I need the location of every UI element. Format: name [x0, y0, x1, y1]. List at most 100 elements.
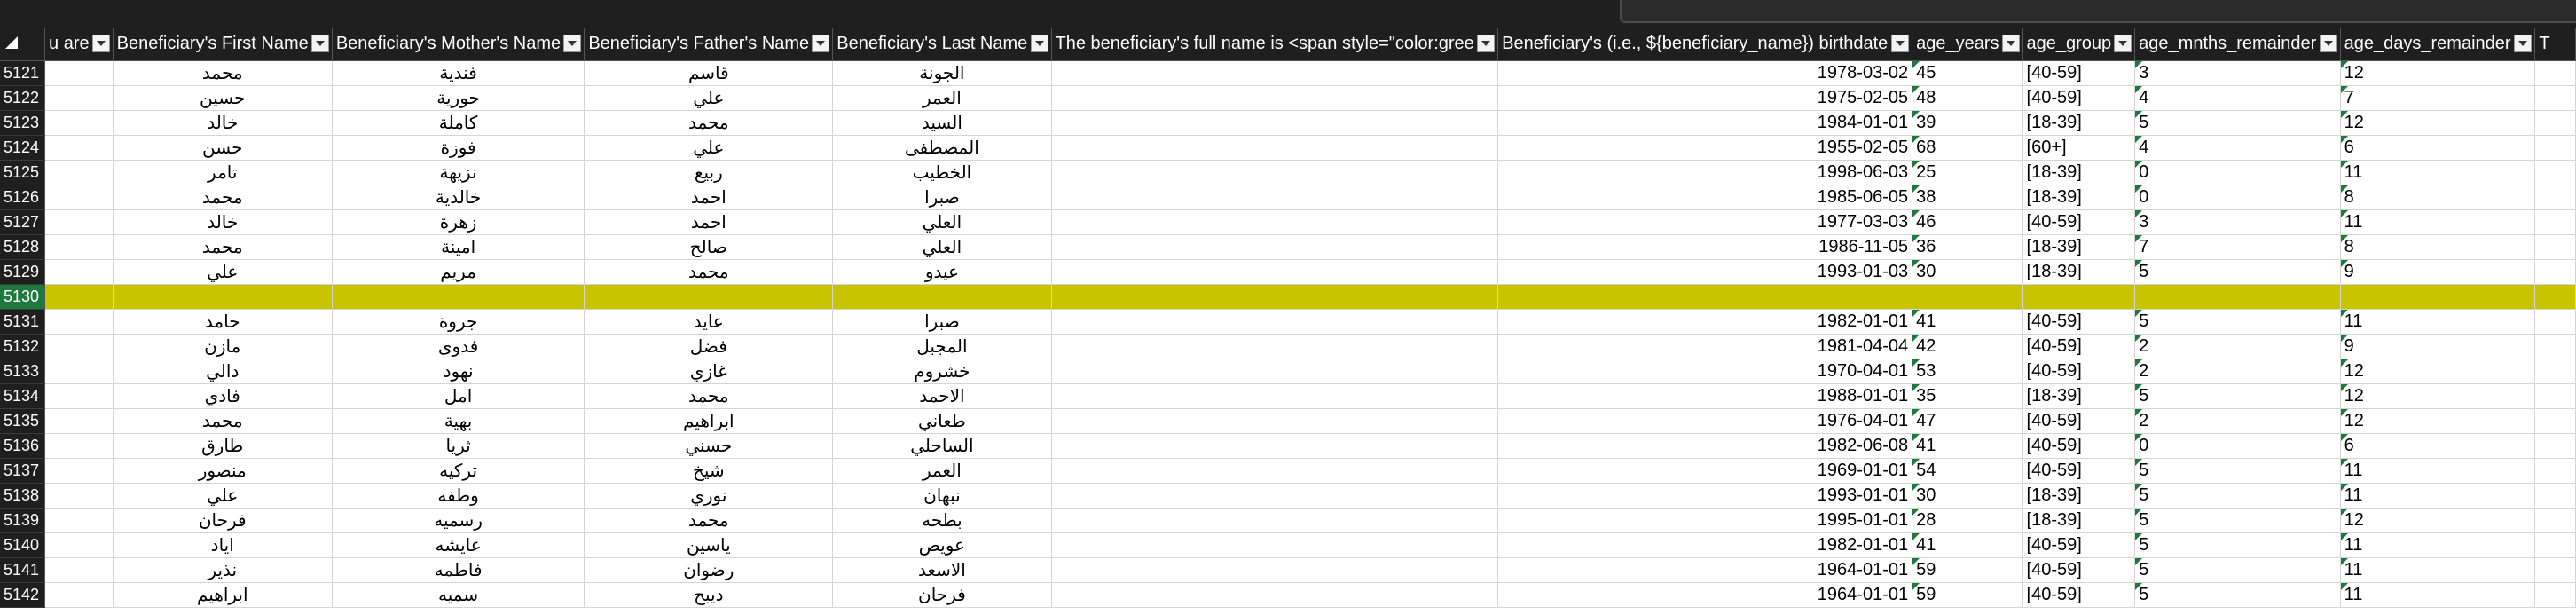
cell-mother-name[interactable]: ثريا	[332, 433, 585, 459]
cell-mother-name[interactable]: نهود	[332, 359, 585, 384]
cell-father-name[interactable]: ياسين	[584, 532, 834, 558]
cell-age-days[interactable]	[2340, 284, 2536, 310]
cell-age-months[interactable]: 2	[2134, 408, 2341, 434]
cell-full-name[interactable]	[1051, 234, 1499, 260]
cell-age-days[interactable]: 11	[2340, 483, 2536, 509]
cell-last-name[interactable]: العمر	[832, 458, 1052, 484]
table-row[interactable]: 5127 خالد زهرة احمد العلي 1977-03-03 46 [40-59]…	[0, 209, 2576, 235]
cell-next[interactable]	[2534, 359, 2576, 384]
cell-first-name[interactable]: علي	[113, 483, 333, 509]
cell-age-days[interactable]: 11	[2340, 309, 2536, 335]
column-header-last[interactable]: Beneficiary's Last Name	[832, 28, 1052, 61]
cell-full-name[interactable]	[1051, 185, 1499, 210]
cell-age-group[interactable]: [18-39]	[2022, 160, 2136, 185]
cell-birthdate[interactable]: 1955-02-05	[1497, 135, 1913, 161]
cell-last-name[interactable]	[832, 284, 1052, 310]
cell-last-name[interactable]: بطحه	[832, 508, 1052, 533]
cell-first-name[interactable]: فادي	[113, 383, 333, 409]
cell-birthdate[interactable]: 1985-06-05	[1497, 185, 1913, 210]
cell-father-name[interactable]: علي	[584, 85, 834, 111]
cell-prev[interactable]	[44, 284, 114, 310]
cell-prev[interactable]	[44, 259, 114, 285]
cell-age-group[interactable]: [18-39]	[2022, 185, 2136, 210]
column-header-age-years[interactable]: age_years	[1912, 28, 2023, 61]
cell-birthdate[interactable]: 1993-01-01	[1497, 483, 1913, 509]
cell-age-days[interactable]: 8	[2340, 185, 2536, 210]
cell-full-name[interactable]	[1051, 284, 1499, 310]
cell-first-name[interactable]: دالي	[113, 359, 333, 384]
filter-dropdown-icon[interactable]	[2001, 35, 2020, 52]
cell-birthdate[interactable]: 1978-03-02	[1497, 60, 1913, 86]
table-row[interactable]: 5133 دالي نهود غازي خشروم 1970-04-01 53 [40-59]…	[0, 359, 2576, 384]
row-number[interactable]: 5126	[0, 185, 46, 210]
cell-full-name[interactable]	[1051, 383, 1499, 409]
cell-age-years[interactable]: 39	[1912, 110, 2023, 136]
cell-next[interactable]	[2534, 532, 2576, 558]
cell-age-years[interactable]: 54	[1912, 458, 2023, 484]
cell-father-name[interactable]: نوري	[584, 483, 834, 509]
cell-prev[interactable]	[44, 532, 114, 558]
cell-full-name[interactable]	[1051, 408, 1499, 434]
filter-dropdown-icon[interactable]	[2114, 35, 2132, 52]
cell-father-name[interactable]: رضوان	[584, 557, 834, 583]
column-header-bdate-label[interactable]: Beneficiary's (i.e., ${beneficiary_name}…	[1497, 28, 1913, 61]
cell-last-name[interactable]: العلي	[832, 209, 1052, 235]
cell-father-name[interactable]: غازي	[584, 359, 834, 384]
cell-age-years[interactable]: 41	[1912, 309, 2023, 335]
cell-last-name[interactable]: المجبل	[832, 334, 1052, 359]
cell-full-name[interactable]	[1051, 160, 1499, 185]
column-header-prev[interactable]: u are	[44, 28, 114, 61]
cell-prev[interactable]	[44, 508, 114, 533]
cell-mother-name[interactable]: بهية	[332, 408, 585, 434]
cell-last-name[interactable]: صبرا	[832, 309, 1052, 335]
row-number[interactable]: 5139	[0, 508, 46, 533]
cell-age-group[interactable]: [18-39]	[2022, 508, 2136, 533]
cell-age-group[interactable]: [18-39]	[2022, 259, 2136, 285]
column-header-full[interactable]: The beneficiary's full name is <span sty…	[1051, 28, 1499, 61]
cell-first-name[interactable]	[113, 284, 333, 310]
table-row[interactable]: 5125 تامر نزيهة ربيع الخطيب 1998-06-03 25 [18-3…	[0, 160, 2576, 185]
filter-dropdown-icon[interactable]	[812, 35, 830, 52]
cell-age-years[interactable]: 41	[1912, 532, 2023, 558]
cell-father-name[interactable]: احمد	[584, 209, 834, 235]
cell-age-days[interactable]: 6	[2340, 433, 2536, 459]
cell-last-name[interactable]: عيدو	[832, 259, 1052, 285]
cell-last-name[interactable]: طعاني	[832, 408, 1052, 434]
cell-birthdate[interactable]: 1998-06-03	[1497, 160, 1913, 185]
table-row[interactable]: 5136 طارق ثريا حسني الساحلي 1982-06-08 41 [40-5…	[0, 433, 2576, 459]
cell-age-years[interactable]: 46	[1912, 209, 2023, 235]
cell-mother-name[interactable]: فوزة	[332, 135, 585, 161]
cell-age-months[interactable]: 4	[2134, 85, 2341, 111]
cell-full-name[interactable]	[1051, 458, 1499, 484]
cell-mother-name[interactable]: امل	[332, 383, 585, 409]
cell-full-name[interactable]	[1051, 259, 1499, 285]
row-number[interactable]: 5133	[0, 359, 46, 384]
cell-father-name[interactable]: محمد	[584, 383, 834, 409]
cell-mother-name[interactable]: كاملة	[332, 110, 585, 136]
row-number[interactable]: 5129	[0, 259, 46, 285]
row-number[interactable]: 5134	[0, 383, 46, 409]
cell-last-name[interactable]: العلي	[832, 234, 1052, 260]
cell-birthdate[interactable]: 1977-03-03	[1497, 209, 1913, 235]
row-number[interactable]: 5140	[0, 532, 46, 558]
cell-age-months[interactable]: 5	[2134, 508, 2341, 533]
column-header-age-days[interactable]: age_days_remainder	[2340, 28, 2536, 61]
cell-last-name[interactable]: العمر	[832, 85, 1052, 111]
cell-first-name[interactable]: خالد	[113, 209, 333, 235]
row-number[interactable]: 5142	[0, 582, 46, 608]
cell-mother-name[interactable]: زهرة	[332, 209, 585, 235]
cell-next[interactable]	[2534, 135, 2576, 161]
cell-birthdate[interactable]: 1975-02-05	[1497, 85, 1913, 111]
cell-age-years[interactable]: 30	[1912, 483, 2023, 509]
cell-age-months[interactable]: 5	[2134, 309, 2341, 335]
cell-birthdate[interactable]	[1497, 284, 1913, 310]
cell-father-name[interactable]: فضل	[584, 334, 834, 359]
cell-age-days[interactable]: 6	[2340, 135, 2536, 161]
cell-full-name[interactable]	[1051, 433, 1499, 459]
cell-prev[interactable]	[44, 483, 114, 509]
cell-age-days[interactable]: 7	[2340, 85, 2536, 111]
filter-dropdown-icon[interactable]	[1477, 35, 1496, 52]
filter-dropdown-icon[interactable]	[1891, 35, 1910, 52]
cell-age-group[interactable]: [40-59]	[2022, 85, 2136, 111]
cell-birthdate[interactable]: 1982-01-01	[1497, 309, 1913, 335]
